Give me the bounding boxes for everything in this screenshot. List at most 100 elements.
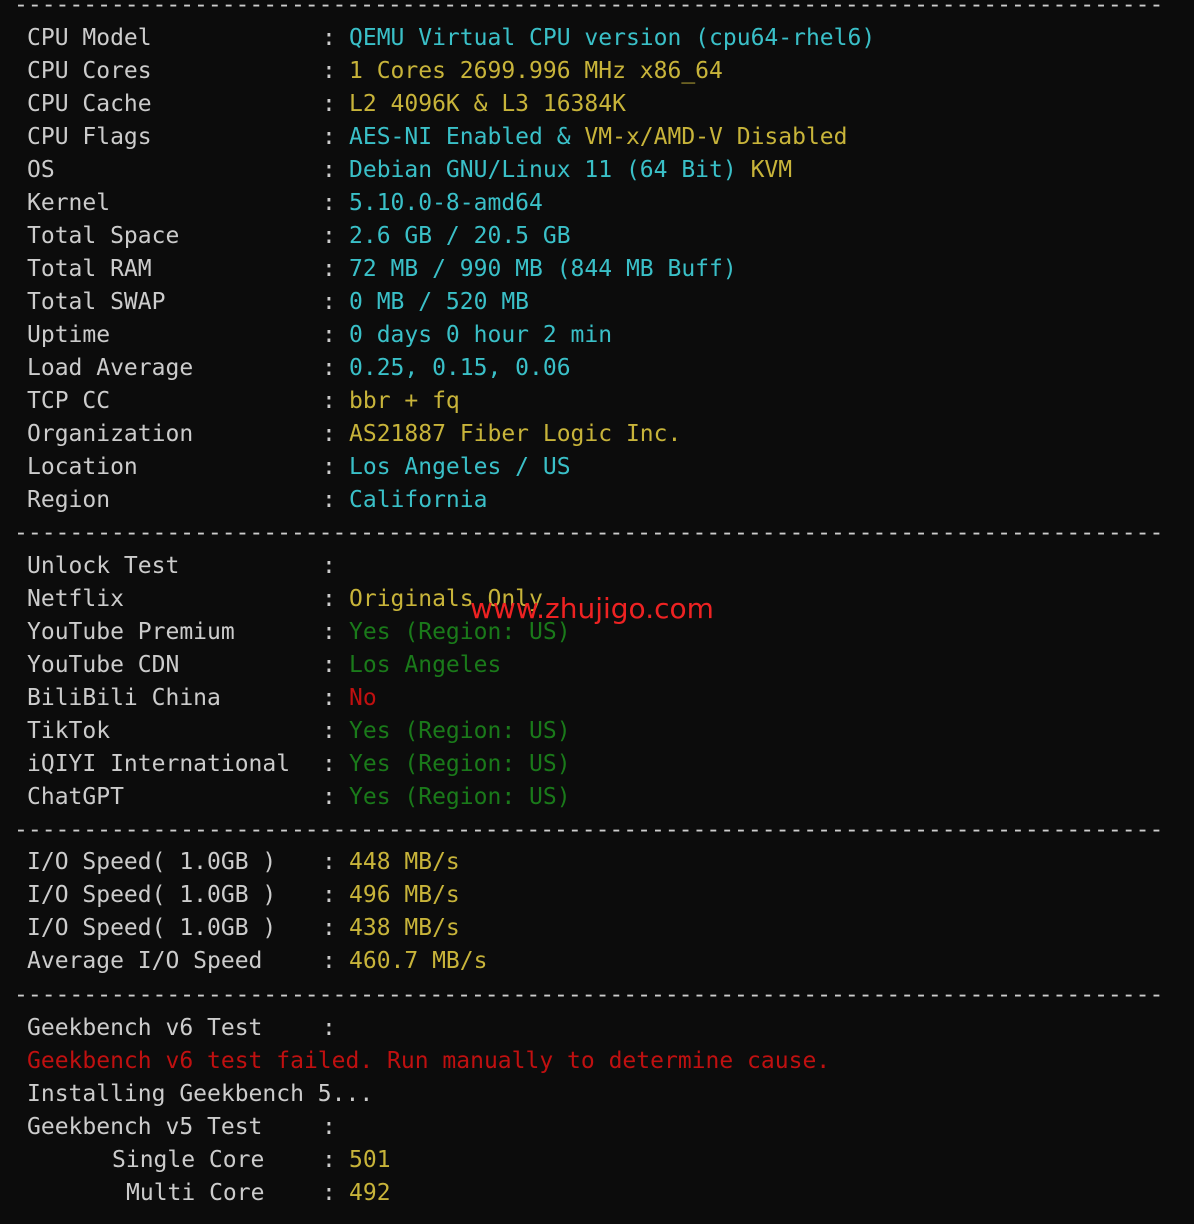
geekbench-installing: Installing Geekbench 5... (27, 1081, 374, 1107)
io-row-average: Average I/O Speed : 460.7 MB/s (0, 945, 1194, 978)
unlock-row-youtube-cdn: YouTube CDN : Los Angeles (0, 649, 1194, 682)
row-value: 0.25, 0.15, 0.06 (349, 355, 571, 381)
info-row-total-space: Total Space : 2.6 GB / 20.5 GB (0, 220, 1194, 253)
row-value: 492 (349, 1180, 391, 1206)
row-label: BiliBili China (27, 685, 221, 711)
separator-line: ----------------------------------------… (14, 520, 1164, 546)
row-value: Los Angeles (349, 652, 502, 678)
row-value: 0 days 0 hour 2 min (349, 322, 613, 348)
separator-line: ----------------------------------------… (14, 817, 1164, 843)
row-label: Total SWAP (27, 289, 166, 315)
os-virt: KVM (750, 157, 793, 183)
row-label: Location (27, 454, 138, 480)
row-label: iQIYI International (27, 751, 291, 777)
row-value: 72 MB / 990 MB (844 MB Buff) (349, 256, 737, 282)
row-colon: : (322, 751, 336, 777)
row-colon: : (322, 223, 336, 249)
row-value: 0 MB / 520 MB (349, 289, 530, 315)
info-row-kernel: Kernel : 5.10.0-8-amd64 (0, 187, 1194, 220)
info-row-cpu-cache: CPU Cache : L2 4096K & L3 16384K (0, 88, 1194, 121)
row-value: Los Angeles / US (349, 454, 571, 480)
row-label: Uptime (27, 322, 111, 348)
row-label: ChatGPT (27, 784, 124, 810)
row-colon: : (322, 652, 336, 678)
row-colon: : (322, 619, 336, 645)
row-colon: : (322, 322, 336, 348)
row-value: 438 MB/s (349, 915, 460, 941)
row-value: AS21887 Fiber Logic Inc. (349, 421, 682, 447)
watermark-text: www.zhujigo.com (470, 592, 714, 625)
terminal-window[interactable]: ----------------------------------------… (0, 0, 1194, 1224)
row-colon: : (322, 915, 336, 941)
row-label: I/O Speed( 1.0GB ) (27, 882, 277, 908)
unlock-row-iqiyi: iQIYI International : Yes (Region: US) (0, 748, 1194, 781)
info-row-region: Region : California (0, 484, 1194, 517)
info-row-os: OS : Debian GNU/Linux 11 (64 Bit) KVM (0, 154, 1194, 187)
row-value: 501 (349, 1147, 391, 1173)
info-row-total-swap: Total SWAP : 0 MB / 520 MB (0, 286, 1194, 319)
io-row: I/O Speed( 1.0GB ) : 448 MB/s (0, 846, 1194, 879)
geekbench-v5-row: Geekbench v5 Test : (0, 1111, 1194, 1144)
row-label: Single Core (112, 1147, 265, 1173)
row-value: Debian GNU/Linux 11 (64 Bit) KVM (349, 154, 792, 187)
row-label: Geekbench v5 Test (27, 1114, 263, 1140)
cpu-flags-vmx: VM-x/AMD-V Disabled (584, 124, 848, 150)
row-colon: : (322, 882, 336, 908)
row-value: QEMU Virtual CPU version (cpu64-rhel6) (349, 25, 876, 51)
row-colon: : (322, 487, 336, 513)
row-colon: : (322, 454, 336, 480)
row-colon: : (322, 948, 336, 974)
row-label: CPU Cores (27, 58, 152, 84)
io-row: I/O Speed( 1.0GB ) : 438 MB/s (0, 912, 1194, 945)
info-row-cpu-flags: CPU Flags : AES-NI Enabled & VM-x/AMD-V … (0, 121, 1194, 154)
row-colon: : (322, 1180, 336, 1206)
row-colon: : (322, 256, 336, 282)
row-value: 448 MB/s (349, 849, 460, 875)
row-colon: : (322, 25, 336, 51)
row-colon: : (322, 586, 336, 612)
info-row-total-ram: Total RAM : 72 MB / 990 MB (844 MB Buff) (0, 253, 1194, 286)
info-row-uptime: Uptime : 0 days 0 hour 2 min (0, 319, 1194, 352)
row-colon: : (322, 355, 336, 381)
geekbench-v6-row: Geekbench v6 Test : (0, 1012, 1194, 1045)
row-value: bbr + fq (349, 388, 460, 414)
row-value: 5.10.0-8-amd64 (349, 190, 543, 216)
row-value: AES-NI Enabled & VM-x/AMD-V Disabled (349, 121, 848, 154)
geekbench-single-row: Single Core : 501 (0, 1144, 1194, 1177)
row-colon: : (322, 388, 336, 414)
row-colon: : (322, 289, 336, 315)
separator-line: ----------------------------------------… (14, 982, 1164, 1008)
info-row-cpu-model: CPU Model : QEMU Virtual CPU version (cp… (0, 22, 1194, 55)
row-colon: : (322, 157, 336, 183)
row-label: I/O Speed( 1.0GB ) (27, 849, 277, 875)
row-label: Total Space (27, 223, 180, 249)
geekbench-v6-error-row: Geekbench v6 test failed. Run manually t… (0, 1045, 1194, 1078)
row-colon: : (322, 849, 336, 875)
row-label: TikTok (27, 718, 111, 744)
row-value: Yes (Region: US) (349, 718, 571, 744)
row-value: 1 Cores 2699.996 MHz x86_64 (349, 58, 723, 84)
row-label: CPU Cache (27, 91, 152, 117)
row-colon: : (322, 718, 336, 744)
row-label: Load Average (27, 355, 194, 381)
row-label: I/O Speed( 1.0GB ) (27, 915, 277, 941)
row-label: OS (27, 157, 55, 183)
row-label: CPU Model (27, 25, 152, 51)
row-colon: : (322, 421, 336, 447)
row-label: YouTube Premium (27, 619, 235, 645)
info-row-location: Location : Los Angeles / US (0, 451, 1194, 484)
row-value: 496 MB/s (349, 882, 460, 908)
row-colon: : (322, 784, 336, 810)
row-value: 2.6 GB / 20.5 GB (349, 223, 571, 249)
unlock-row-chatgpt: ChatGPT : Yes (Region: US) (0, 781, 1194, 814)
row-label: Kernel (27, 190, 111, 216)
row-label: YouTube CDN (27, 652, 180, 678)
row-colon: : (322, 553, 336, 579)
info-row-tcp-cc: TCP CC : bbr + fq (0, 385, 1194, 418)
row-value: No (349, 685, 377, 711)
geekbench-installing-row: Installing Geekbench 5... (0, 1078, 1194, 1111)
row-label: Geekbench v6 Test (27, 1015, 263, 1041)
row-label: CPU Flags (27, 124, 152, 150)
info-row-cpu-cores: CPU Cores : 1 Cores 2699.996 MHz x86_64 (0, 55, 1194, 88)
row-value: California (349, 487, 488, 513)
